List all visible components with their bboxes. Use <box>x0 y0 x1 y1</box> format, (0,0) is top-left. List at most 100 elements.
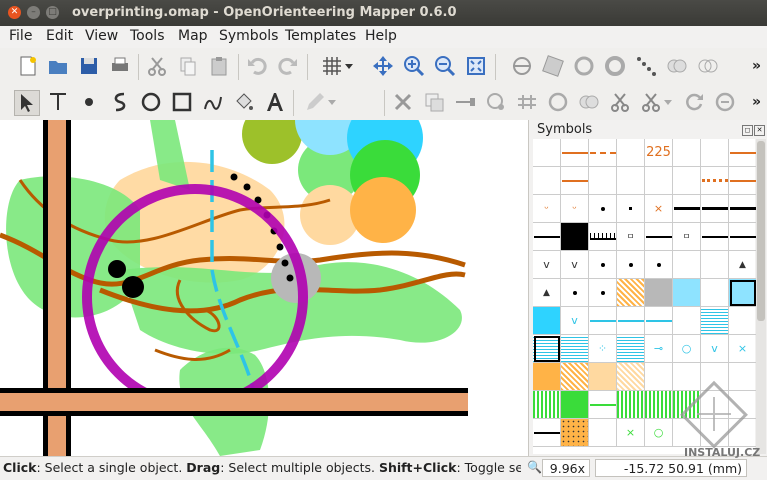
symbol-cell[interactable] <box>673 139 701 167</box>
undo-icon[interactable] <box>245 54 269 78</box>
symbol-cell[interactable] <box>617 195 645 223</box>
minimize-window-button[interactable]: – <box>27 6 40 19</box>
symbol-cell[interactable] <box>645 391 673 419</box>
symbol-cell[interactable] <box>561 223 589 251</box>
ring-tool-icon[interactable] <box>603 54 627 78</box>
symbol-cell[interactable] <box>673 251 701 279</box>
show-all-icon[interactable] <box>464 54 488 78</box>
symbol-cell[interactable] <box>729 223 757 251</box>
symbol-cell[interactable] <box>589 307 617 335</box>
symbol-cell[interactable]: ▲ <box>729 251 757 279</box>
symbol-cell[interactable]: ○ <box>673 335 701 363</box>
symbol-cell[interactable] <box>701 195 729 223</box>
fill-tool-icon[interactable] <box>232 90 256 114</box>
symbol-cell[interactable] <box>533 139 561 167</box>
symbol-cell[interactable] <box>645 279 673 307</box>
draw-point-icon[interactable] <box>77 90 101 114</box>
symbol-cell[interactable] <box>589 167 617 195</box>
symbol-cell[interactable] <box>533 391 561 419</box>
delete-icon[interactable] <box>391 90 415 114</box>
symbol-cell[interactable] <box>701 251 729 279</box>
panel-float-icon[interactable]: ◻ <box>742 125 753 136</box>
symbol-cell[interactable] <box>589 391 617 419</box>
cut-hole-icon[interactable] <box>639 90 663 114</box>
dots-tool-icon[interactable] <box>634 54 658 78</box>
symbol-cell[interactable] <box>589 363 617 391</box>
symbol-cell[interactable] <box>617 139 645 167</box>
redo-icon[interactable] <box>276 54 300 78</box>
symbol-cell[interactable] <box>645 307 673 335</box>
boolean-union-icon[interactable] <box>546 90 570 114</box>
symbol-cell[interactable] <box>561 279 589 307</box>
toolbar-more-icon[interactable]: » <box>752 58 761 74</box>
draw-path-icon[interactable] <box>108 90 132 114</box>
menu-map[interactable]: Map <box>178 28 208 44</box>
measure-icon[interactable] <box>510 54 534 78</box>
symbol-cell[interactable] <box>617 335 645 363</box>
symbol-cell[interactable]: v <box>533 251 561 279</box>
rotate-pattern-icon[interactable] <box>713 90 737 114</box>
symbol-cell[interactable] <box>617 363 645 391</box>
save-icon[interactable] <box>77 54 101 78</box>
toolbar-more-icon[interactable]: » <box>752 94 761 110</box>
symbol-cell[interactable] <box>589 279 617 307</box>
symbol-cell[interactable]: ▲ <box>533 279 561 307</box>
fill-border-icon[interactable] <box>484 90 508 114</box>
symbol-cell[interactable]: ⊸ <box>645 335 673 363</box>
symbol-cell[interactable]: × <box>729 335 757 363</box>
duplicate-icon[interactable] <box>422 90 446 114</box>
symbol-cell[interactable] <box>729 167 757 195</box>
connect-paths-icon[interactable] <box>515 90 539 114</box>
switch-symbol-icon[interactable] <box>453 90 477 114</box>
circle-tool-icon[interactable] <box>572 54 596 78</box>
symbol-cell[interactable] <box>561 419 589 447</box>
symbol-cell[interactable] <box>645 251 673 279</box>
symbol-cell[interactable]: × <box>617 419 645 447</box>
symbol-cell[interactable] <box>701 139 729 167</box>
menu-help[interactable]: Help <box>365 28 397 44</box>
menu-tools[interactable]: Tools <box>130 28 165 44</box>
paste-icon[interactable] <box>207 54 231 78</box>
edit-pencil-icon[interactable] <box>303 90 327 114</box>
panel-close-icon[interactable]: ✕ <box>754 125 765 136</box>
symbol-cell[interactable]: v <box>561 307 589 335</box>
menu-templates[interactable]: Templates <box>285 28 356 44</box>
pencil-dropdown-icon[interactable] <box>325 90 339 114</box>
symbol-cell[interactable]: ○ <box>645 419 673 447</box>
rotate-map-icon[interactable] <box>541 54 565 78</box>
symbol-cell-text[interactable]: 225 <box>645 139 673 167</box>
symbol-cell[interactable] <box>533 223 561 251</box>
rotate-objects-icon[interactable] <box>682 90 706 114</box>
symbol-cell[interactable]: ᵕ <box>561 195 589 223</box>
cut-object-icon[interactable] <box>608 90 632 114</box>
symbol-cell[interactable] <box>645 363 673 391</box>
symbol-cell[interactable] <box>533 419 561 447</box>
symbol-cell[interactable] <box>589 139 617 167</box>
scrollbar-thumb[interactable] <box>757 141 765 321</box>
symbol-cell[interactable] <box>561 363 589 391</box>
cut-hole-dropdown-icon[interactable] <box>661 90 675 114</box>
symbol-cell[interactable] <box>561 167 589 195</box>
draw-circle-icon[interactable] <box>139 90 163 114</box>
edit-lines-icon[interactable] <box>46 90 70 114</box>
edit-objects-icon[interactable] <box>14 90 40 116</box>
pan-icon[interactable] <box>371 54 395 78</box>
zoom-in-icon[interactable] <box>402 54 426 78</box>
symbol-cell[interactable]: ᵕ <box>533 195 561 223</box>
cut-icon[interactable] <box>145 54 169 78</box>
copy-icon[interactable] <box>176 54 200 78</box>
menu-edit[interactable]: Edit <box>46 28 73 44</box>
symbol-cell[interactable] <box>645 167 673 195</box>
symbol-cell[interactable] <box>673 307 701 335</box>
symbol-cell[interactable] <box>673 167 701 195</box>
map-canvas[interactable] <box>0 120 528 456</box>
write-text-icon[interactable] <box>263 90 287 114</box>
menu-symbols[interactable]: Symbols <box>219 28 278 44</box>
symbol-cell[interactable] <box>701 223 729 251</box>
symbol-cell[interactable] <box>533 307 561 335</box>
symbol-cell[interactable] <box>645 223 673 251</box>
draw-rectangle-icon[interactable] <box>170 90 194 114</box>
print-icon[interactable] <box>108 54 132 78</box>
symbol-cell[interactable] <box>589 419 617 447</box>
union-icon[interactable] <box>665 54 689 78</box>
